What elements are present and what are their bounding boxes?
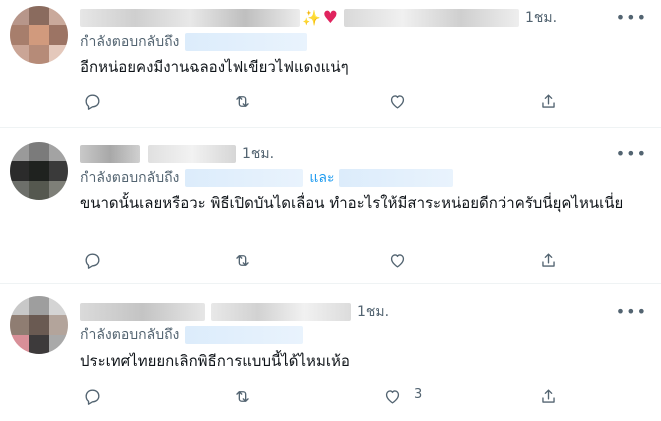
reply-icon [84,388,100,405]
and-label: และ [309,170,335,186]
mention-redacted[interactable] [185,326,304,344]
display-name-redacted[interactable] [80,145,140,163]
reply-button[interactable] [80,384,104,408]
heart-emoji: ♥ [322,8,338,28]
handle-redacted [343,9,519,27]
share-icon [541,388,555,403]
mention-redacted[interactable] [185,33,308,51]
tweet-actions [80,89,560,115]
tweet-3[interactable]: 1ชม. ••• กำลังตอบกลับถึง ประเทศไทยยกเลิก… [0,284,661,421]
tweet-time[interactable]: 1ชม. [357,301,389,323]
like-count: 3 [414,387,423,402]
share-button[interactable] [536,384,560,408]
retweet-icon [235,390,249,402]
tweet-1[interactable]: ✨ ♥ 1ชม. ••• กำลังตอบกลับถึง อีกหน่อยคงม… [0,0,661,128]
more-icon[interactable]: ••• [616,142,647,166]
like-icon [385,389,399,404]
tweet-text: อีกหน่อยคงมีงานฉลองไฟเขียวไฟแดงแน่ๆ [80,58,349,76]
retweet-icon [235,254,249,266]
tweet-time[interactable]: 1ชม. [525,7,557,29]
replying-to-label: กำลังตอบกลับถึง [80,327,180,343]
mention-redacted[interactable] [338,169,453,187]
retweet-icon [235,95,249,107]
like-icon [390,94,404,109]
reply-button[interactable] [80,248,104,272]
tweet-header: 1ชม. [80,300,641,324]
avatar[interactable] [10,6,68,64]
more-icon[interactable]: ••• [616,6,647,30]
tweet-text: ขนาดนั้นเลยหรือวะ พิธีเปิดบันไดเลื่อน ทำ… [80,194,624,212]
handle-redacted [148,145,236,163]
like-button[interactable] [385,248,409,272]
mention-redacted[interactable] [185,169,304,187]
display-name-redacted[interactable] [80,303,205,321]
replying-to-label: กำลังตอบกลับถึง [80,34,180,50]
sparkles-emoji: ✨ [302,9,321,27]
tweet-actions: 3 [80,384,560,410]
tweet-actions [80,248,560,274]
share-icon [541,93,555,108]
avatar[interactable] [10,296,68,354]
like-button[interactable] [380,384,404,408]
display-name-redacted[interactable] [80,9,300,27]
tweet-header: ✨ ♥ 1ชม. [80,6,641,30]
replying-to: กำลังตอบกลับถึง [80,324,304,346]
share-icon [541,252,555,267]
replying-to: กำลังตอบกลับถึง และ [80,167,453,189]
retweet-button[interactable] [230,248,254,272]
avatar[interactable] [10,142,68,200]
reply-icon [84,93,100,110]
share-button[interactable] [536,89,560,113]
more-icon[interactable]: ••• [616,300,647,324]
tweet-2[interactable]: 1ชม. ••• กำลังตอบกลับถึง และ ขนาดนั้นเลย… [0,128,661,284]
share-button[interactable] [536,248,560,272]
like-button[interactable] [385,89,409,113]
reply-icon [84,252,100,269]
replying-to-label: กำลังตอบกลับถึง [80,170,180,186]
retweet-button[interactable] [230,89,254,113]
retweet-button[interactable] [230,384,254,408]
tweet-text: ประเทศไทยยกเลิกพิธีการแบบนี้ได้ไหมเห้อ [80,352,350,370]
replying-to: กำลังตอบกลับถึง [80,31,308,53]
reply-button[interactable] [80,89,104,113]
like-icon [390,253,404,268]
tweet-header: 1ชม. [80,142,641,166]
handle-redacted [211,303,351,321]
tweet-time[interactable]: 1ชม. [242,143,274,165]
